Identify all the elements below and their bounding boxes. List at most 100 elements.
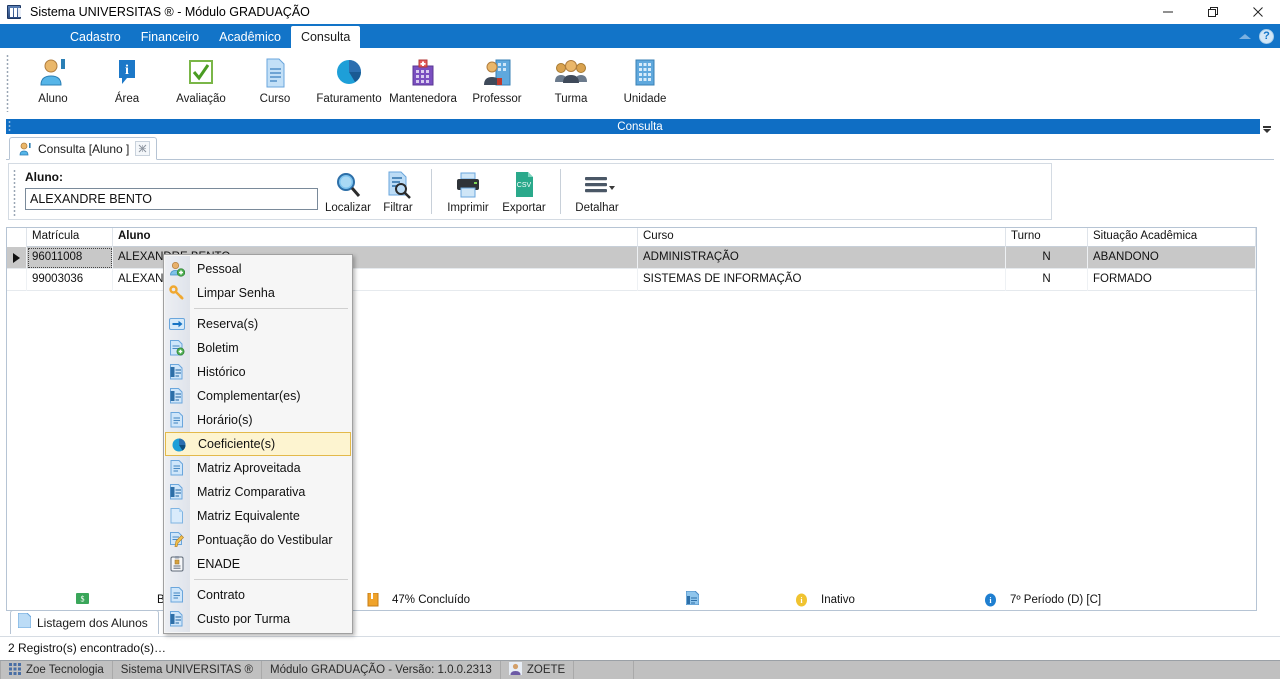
grid-header-turno[interactable]: Turno [1006, 228, 1088, 247]
document-icon [258, 56, 292, 90]
grid-header-aluno[interactable]: Aluno [113, 228, 638, 247]
context-menu-item-matriz-equivalente[interactable]: Matriz Equivalente [164, 504, 352, 528]
summary-money-cell: $ [7, 589, 157, 611]
document-icon [169, 460, 185, 476]
band-title: Consulta [617, 120, 663, 133]
search-toolbar-grip[interactable] [13, 169, 16, 216]
status-company-cell: Zoe Tecnologia [0, 660, 113, 679]
add-person-icon [169, 261, 186, 277]
context-menu-label: Limpar Senha [197, 286, 275, 300]
maximize-button[interactable] [1190, 0, 1235, 24]
grid-header-curso[interactable]: Curso [638, 228, 1006, 247]
cell-situacao: FORMADO [1088, 269, 1256, 291]
ribbon-button-aluno[interactable]: Aluno [16, 52, 90, 105]
menu-bar: Cadastro Financeiro Acadêmico Consulta ? [0, 24, 1280, 48]
cell-curso: ADMINISTRAÇÃO [638, 247, 1006, 269]
context-menu-label: Matriz Comparativa [197, 485, 306, 499]
filter-document-icon [383, 170, 413, 200]
menu-item-cadastro[interactable]: Cadastro [60, 27, 131, 48]
localizar-label: Localizar [324, 202, 372, 214]
grid-header-situacao[interactable]: Situação Acadêmica [1088, 228, 1256, 247]
id-card-icon [169, 556, 185, 572]
context-menu-item-custo-por-turma[interactable]: Custo por Turma [164, 607, 352, 631]
detalhar-button[interactable]: Detalhar [569, 167, 625, 214]
filtrar-button[interactable]: Filtrar [373, 167, 423, 214]
ribbon-button-mantenedora[interactable]: Mantenedora [386, 52, 460, 105]
bottom-tab-label: Listagem dos Alunos [37, 615, 148, 630]
context-menu-item-contrato[interactable]: Contrato [164, 583, 352, 607]
context-menu-label: Matriz Aproveitada [197, 461, 301, 475]
context-menu-label: Pessoal [197, 262, 242, 276]
svg-text:CSV: CSV [517, 182, 532, 189]
person-icon [18, 142, 32, 156]
band-collapse-icon[interactable] [1260, 119, 1274, 134]
status-text-bar: 2 Registro(s) encontrado(s)… [0, 636, 1280, 658]
ribbon-button-avaliacao[interactable]: Avaliação [164, 52, 238, 105]
grid-header-matricula[interactable]: Matrícula [27, 228, 113, 247]
record-count-text: 2 Registro(s) encontrado(s)… [8, 640, 167, 655]
close-icon[interactable] [135, 141, 151, 156]
context-menu-separator [194, 579, 348, 580]
ribbon-button-area[interactable]: i Área [90, 52, 164, 105]
context-menu-item-boletim[interactable]: Boletim [164, 336, 352, 360]
grid-header-row: Matrícula Aluno Curso Turno Situação Aca… [7, 228, 1256, 247]
menu-item-financeiro[interactable]: Financeiro [131, 27, 209, 48]
context-menu-item-historico[interactable]: Histórico [164, 360, 352, 384]
help-icon[interactable]: ? [1259, 28, 1274, 44]
context-menu-label: Contrato [197, 588, 245, 602]
ribbon-button-professor[interactable]: Professor [460, 52, 534, 105]
imprimir-label: Imprimir [447, 202, 489, 214]
caret-up-icon[interactable] [1238, 29, 1252, 43]
cell-turno: N [1006, 247, 1088, 269]
band-grip[interactable] [8, 120, 11, 133]
context-menu-item-pessoal[interactable]: Pessoal [164, 257, 352, 281]
grid-icon [9, 662, 21, 678]
ribbon-grip[interactable] [6, 54, 9, 112]
title-bar: Sistema UNIVERSITAS ® - Módulo GRADUAÇÃO [0, 0, 1280, 24]
context-menu-item-horarios[interactable]: Horário(s) [164, 408, 352, 432]
context-menu-label: ENADE [197, 557, 241, 571]
imprimir-button[interactable]: Imprimir [440, 167, 496, 214]
document-tab-strip: Consulta [Aluno ] [6, 137, 1274, 160]
ribbon-button-unidade[interactable]: Unidade [608, 52, 682, 105]
document-list-icon [169, 611, 185, 627]
summary-periodo-text: 7º Período (D) [C] [1010, 593, 1102, 606]
menu-item-academico[interactable]: Acadêmico [209, 27, 291, 48]
context-menu-item-matriz-aproveitada[interactable]: Matriz Aproveitada [164, 456, 352, 480]
ribbon-label-professor: Professor [472, 93, 522, 105]
key-icon [169, 285, 185, 301]
context-menu-label: Boletim [197, 341, 239, 355]
ribbon-items: Aluno i Área Avaliação Curso Faturamento… [0, 48, 1280, 105]
close-button[interactable] [1235, 0, 1280, 24]
context-menu-item-enade[interactable]: ENADE [164, 552, 352, 576]
minimize-button[interactable] [1145, 0, 1190, 24]
search-toolbar-buttons: Localizar Filtrar Imprimir CSV Exportar … [323, 167, 625, 218]
context-menu-item-limpar-senha[interactable]: Limpar Senha [164, 281, 352, 305]
ribbon-label-aluno: Aluno [38, 93, 68, 105]
building-icon [628, 56, 662, 90]
ribbon-button-turma[interactable]: Turma [534, 52, 608, 105]
grid-header-indicator [7, 228, 27, 247]
context-menu-label: Coeficiente(s) [198, 437, 276, 451]
search-input[interactable] [25, 188, 318, 210]
consulta-band: Consulta [6, 119, 1274, 134]
ribbon-button-curso[interactable]: Curso [238, 52, 312, 105]
context-menu-item-coeficientes[interactable]: Coeficiente(s) [165, 432, 351, 456]
status-user-cell: ZOETE [501, 660, 575, 679]
ribbon-button-faturamento[interactable]: Faturamento [312, 52, 386, 105]
context-menu-item-reservas[interactable]: Reserva(s) [164, 312, 352, 336]
context-menu: Pessoal Limpar Senha Reserva(s) Boletim … [163, 254, 353, 634]
context-menu-item-complementares[interactable]: Complementar(es) [164, 384, 352, 408]
localizar-button[interactable]: Localizar [323, 167, 373, 214]
context-menu-item-matriz-comparativa[interactable]: Matriz Comparativa [164, 480, 352, 504]
menu-item-consulta[interactable]: Consulta [290, 26, 361, 48]
summary-progress-cell: 47% Concluído [381, 589, 590, 611]
bottom-tab-listagem[interactable]: Listagem dos Alunos [10, 610, 159, 634]
document-tab-consulta-aluno[interactable]: Consulta [Aluno ] [9, 137, 158, 160]
context-menu-label: Histórico [197, 365, 246, 379]
context-menu-item-pontuacao-vestibular[interactable]: Pontuação do Vestibular [164, 528, 352, 552]
exportar-button[interactable]: CSV Exportar [496, 167, 552, 214]
summary-inativo-text: Inativo [821, 593, 855, 606]
document-add-icon [169, 340, 185, 356]
cell-curso: SISTEMAS DE INFORMAÇÃO [638, 269, 1006, 291]
